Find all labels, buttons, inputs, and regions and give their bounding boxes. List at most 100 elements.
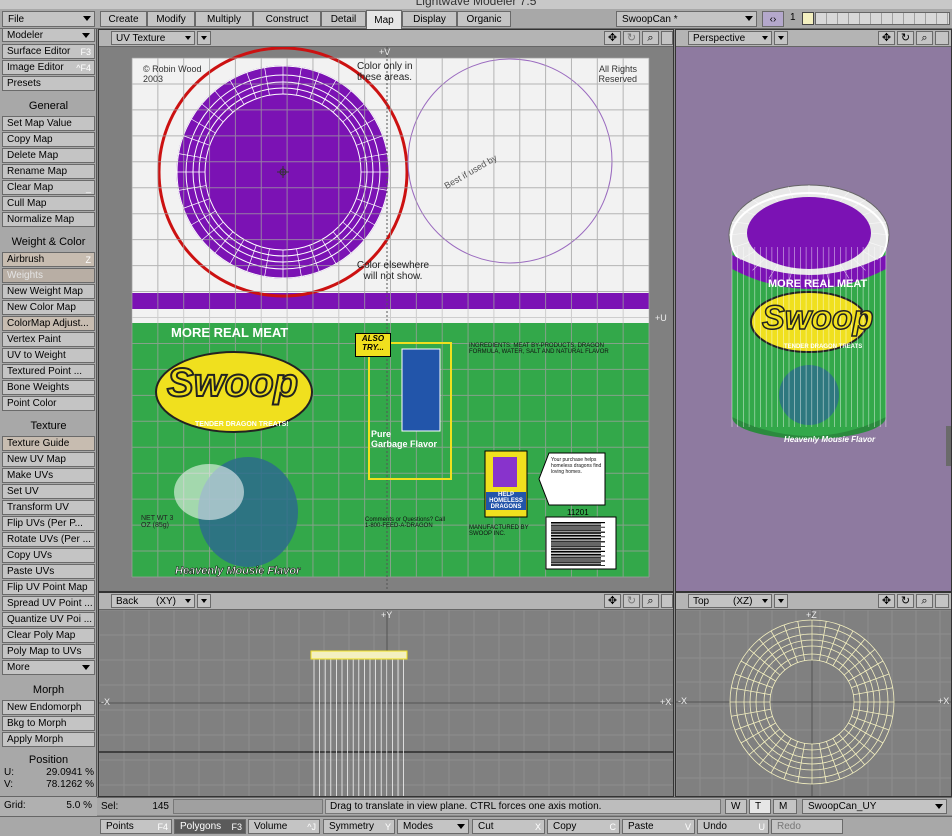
viewport-back[interactable]: Back (XY) ✥ ↻ ⌕ +Y -X +X — [98, 592, 674, 797]
airbrush-button[interactable]: Airbrush Z — [2, 252, 95, 267]
texture-guide-button[interactable]: Texture Guide — [2, 436, 95, 451]
tab-construct[interactable]: Construct — [253, 11, 321, 27]
move-view-icon[interactable]: ✥ — [878, 31, 895, 45]
zoom-view-icon[interactable]: ⌕ — [916, 594, 933, 608]
rotate-view-icon[interactable]: ↻ — [897, 594, 914, 608]
tab-display[interactable]: Display — [402, 11, 457, 27]
rotate-view-icon[interactable]: ↻ — [623, 594, 640, 608]
move-view-icon[interactable]: ✥ — [604, 31, 621, 45]
view-options-dropdown[interactable] — [774, 31, 788, 45]
flip-uv-point-map-button[interactable]: Flip UV Point Map — [2, 580, 95, 595]
viewport-top[interactable]: Top (XZ) ✥ ↻ ⌕ +Z -X +X — [675, 592, 952, 797]
cut-button[interactable]: Cut X — [472, 819, 545, 834]
tab-map[interactable]: Map — [366, 10, 402, 29]
layer-prev-next[interactable]: ‹› — [762, 11, 784, 27]
clear-map-button[interactable]: Clear Map _ — [2, 180, 95, 195]
map-t-button[interactable]: T — [749, 799, 771, 814]
rename-map-button[interactable]: Rename Map — [2, 164, 95, 179]
map-m-button[interactable]: M — [773, 799, 797, 814]
maximize-view-icon[interactable] — [935, 31, 949, 45]
object-select[interactable]: SwoopCan * — [616, 11, 757, 27]
make-uvs-button[interactable]: Make UVs — [2, 468, 95, 483]
volume-mode-button[interactable]: Volume ^J — [248, 819, 320, 834]
weights-button[interactable]: Weights — [2, 268, 95, 283]
zoom-view-icon[interactable]: ⌕ — [916, 31, 933, 45]
map-w-button[interactable]: W — [725, 799, 747, 814]
more-dropdown[interactable]: More — [2, 660, 95, 675]
view-type-dropdown[interactable]: Perspective — [688, 31, 772, 45]
colormap-adjust-button[interactable]: ColorMap Adjust... — [2, 316, 95, 331]
view-options-dropdown[interactable] — [774, 594, 788, 608]
view-type-dropdown[interactable]: UV Texture — [111, 31, 195, 45]
new-color-map-button[interactable]: New Color Map — [2, 300, 95, 315]
polygons-mode-button[interactable]: Polygons F3 — [174, 819, 246, 834]
zoom-view-icon[interactable]: ⌕ — [642, 594, 659, 608]
textured-point-button[interactable]: Textured Point ... — [2, 364, 95, 379]
view-options-dropdown[interactable] — [197, 594, 211, 608]
tab-create[interactable]: Create — [100, 11, 147, 27]
top-canvas[interactable]: +Z -X +X — [676, 610, 951, 796]
redo-button[interactable]: Redo — [771, 819, 843, 834]
maximize-view-icon[interactable] — [661, 594, 673, 608]
point-color-button[interactable]: Point Color — [2, 396, 95, 411]
spread-uv-point-button[interactable]: Spread UV Point ... — [2, 596, 95, 611]
paste-uvs-button[interactable]: Paste UVs — [2, 564, 95, 579]
move-view-icon[interactable]: ✥ — [878, 594, 895, 608]
tab-detail[interactable]: Detail — [321, 11, 366, 27]
transform-uv-button[interactable]: Transform UV — [2, 500, 95, 515]
copy-uvs-button[interactable]: Copy UVs — [2, 548, 95, 563]
symmetry-button[interactable]: Symmetry Y — [323, 819, 395, 834]
bkg-to-morph-button[interactable]: Bkg to Morph — [2, 716, 95, 731]
file-menu[interactable]: File — [2, 11, 95, 27]
perspective-canvas[interactable]: MORE REAL MEAT Swoop TENDER DRAGON TREAT… — [676, 47, 951, 591]
vertex-paint-button[interactable]: Vertex Paint — [2, 332, 95, 347]
maximize-view-icon[interactable] — [661, 31, 673, 45]
clear-poly-map-button[interactable]: Clear Poly Map — [2, 628, 95, 643]
poly-map-to-uvs-button[interactable]: Poly Map to UVs — [2, 644, 95, 659]
apply-morph-button[interactable]: Apply Morph — [2, 732, 95, 747]
viewport-uv-texture[interactable]: UV Texture ✥ ↻ ⌕ © Robin Wood 2003 All R… — [98, 29, 674, 592]
tab-multiply[interactable]: Multiply — [195, 11, 253, 27]
set-uv-button[interactable]: Set UV — [2, 484, 95, 499]
vmap-select[interactable]: SwoopCan_UY — [802, 799, 947, 814]
new-weight-map-button[interactable]: New Weight Map — [2, 284, 95, 299]
copy-map-button[interactable]: Copy Map — [2, 132, 95, 147]
layer-buttons[interactable] — [815, 12, 950, 25]
rotate-uvs-button[interactable]: Rotate UVs (Per ... — [2, 532, 95, 547]
uv-canvas[interactable]: © Robin Wood 2003 All Rights Reserved Co… — [99, 47, 673, 591]
presets-button[interactable]: Presets — [2, 76, 95, 91]
image-editor-button[interactable]: Image Editor ^F4 — [2, 60, 95, 75]
back-canvas[interactable]: +Y -X +X — [99, 610, 673, 796]
new-uv-map-button[interactable]: New UV Map — [2, 452, 95, 467]
flip-uvs-button[interactable]: Flip UVs (Per P... — [2, 516, 95, 531]
normalize-map-button[interactable]: Normalize Map — [2, 212, 95, 227]
copy-button[interactable]: Copy C — [547, 819, 620, 834]
paste-button[interactable]: Paste V — [622, 819, 695, 834]
uv-to-weight-button[interactable]: UV to Weight — [2, 348, 95, 363]
delete-map-button[interactable]: Delete Map — [2, 148, 95, 163]
new-endomorph-button[interactable]: New Endomorph — [2, 700, 95, 715]
rotate-view-icon[interactable]: ↻ — [897, 31, 914, 45]
tab-organic[interactable]: Organic — [457, 11, 511, 27]
modes-dropdown[interactable]: Modes — [397, 819, 469, 834]
move-view-icon[interactable]: ✥ — [604, 594, 621, 608]
points-mode-button[interactable]: Points F4 — [100, 819, 172, 834]
view-type-dropdown[interactable]: Top (XZ) — [688, 594, 772, 608]
modeler-dropdown[interactable]: Modeler — [2, 28, 95, 42]
axis-x-right-label: +X — [938, 696, 950, 706]
quantize-uv-button[interactable]: Quantize UV Poi ... — [2, 612, 95, 627]
layer-button-1[interactable] — [802, 12, 814, 25]
zoom-view-icon[interactable]: ⌕ — [642, 31, 659, 45]
surface-editor-button[interactable]: Surface Editor F3 — [2, 44, 95, 59]
viewport-perspective[interactable]: Perspective ✥ ↻ ⌕ MORE REAL MEAT Swoop T… — [675, 29, 952, 592]
bone-weights-button[interactable]: Bone Weights — [2, 380, 95, 395]
tab-modify[interactable]: Modify — [147, 11, 195, 27]
set-map-value-button[interactable]: Set Map Value — [2, 116, 95, 131]
view-type-dropdown[interactable]: Back (XY) — [111, 594, 195, 608]
button-label: Bkg to Morph — [7, 718, 67, 729]
undo-button[interactable]: Undo U — [697, 819, 769, 834]
rotate-view-icon[interactable]: ↻ — [623, 31, 640, 45]
view-options-dropdown[interactable] — [197, 31, 211, 45]
cull-map-button[interactable]: Cull Map — [2, 196, 95, 211]
maximize-view-icon[interactable] — [935, 594, 949, 608]
